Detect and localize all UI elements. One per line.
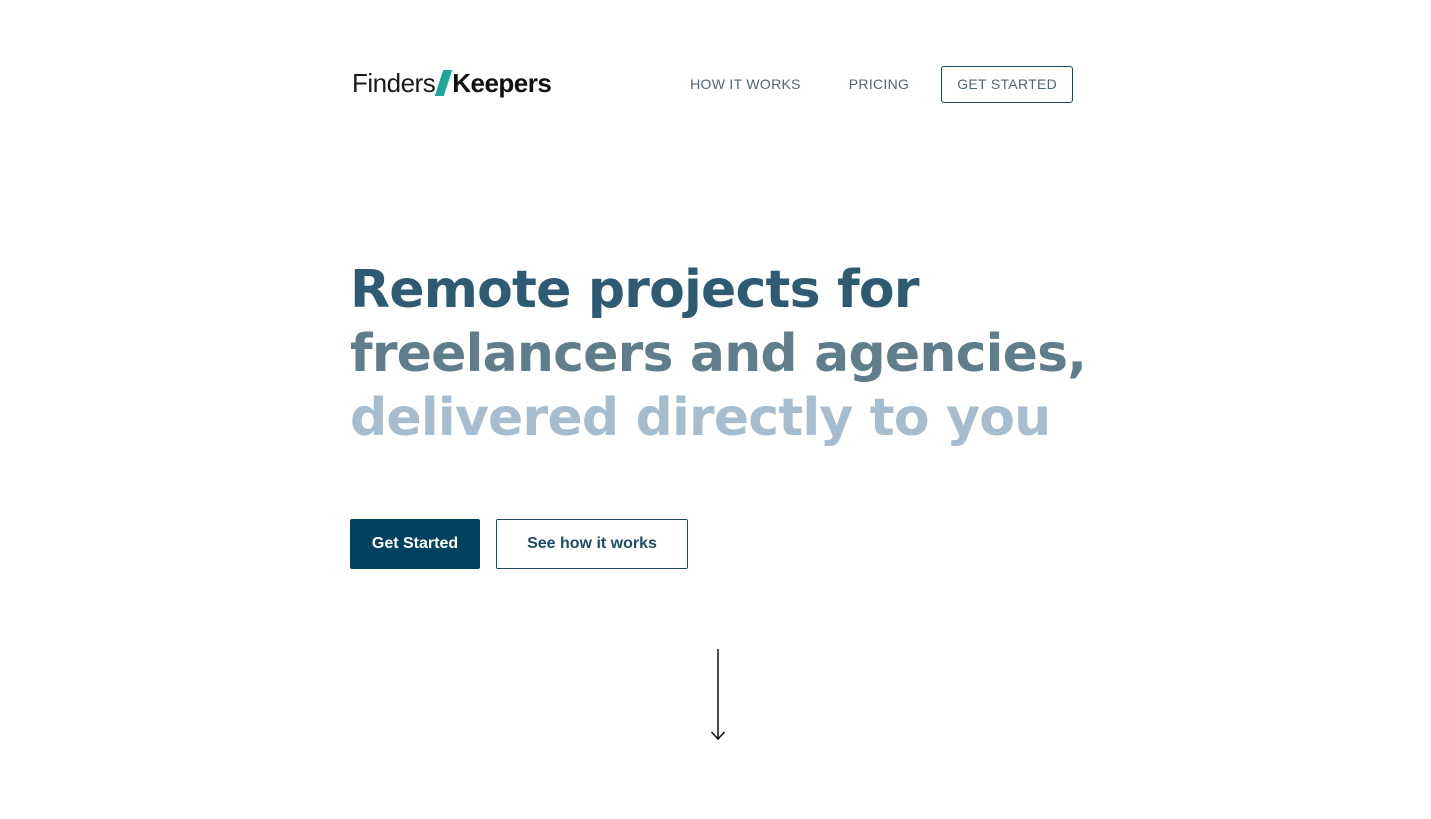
see-how-it-works-button[interactable]: See how it works bbox=[496, 519, 688, 569]
logo[interactable]: Finders Keepers bbox=[352, 66, 552, 100]
hero-headline-line-2: freelancers and agencies, bbox=[350, 324, 1087, 384]
logo-keepers-text: Keepers bbox=[452, 67, 552, 98]
nav-link-how-it-works[interactable]: HOW IT WORKS bbox=[690, 76, 801, 92]
hero-section: Remote projects for freelancers and agen… bbox=[350, 258, 1110, 450]
nav-link-pricing[interactable]: PRICING bbox=[849, 76, 909, 92]
hero-headline-line-1: Remote projects for bbox=[350, 260, 919, 320]
hero-headline-line-3: delivered directly to you bbox=[350, 388, 1051, 448]
site-header: Finders Keepers HOW IT WORKS PRICING GET… bbox=[350, 64, 1073, 104]
hero-actions: Get Started See how it works bbox=[350, 519, 688, 569]
logo-finders-text: Finders bbox=[352, 67, 436, 98]
get-started-button[interactable]: Get Started bbox=[350, 519, 480, 569]
logo-slash-mark bbox=[434, 70, 453, 96]
arrow-down-icon[interactable] bbox=[709, 648, 727, 742]
nav-get-started-button[interactable]: GET STARTED bbox=[941, 65, 1073, 103]
main-nav: HOW IT WORKS PRICING GET STARTED bbox=[690, 64, 1073, 104]
